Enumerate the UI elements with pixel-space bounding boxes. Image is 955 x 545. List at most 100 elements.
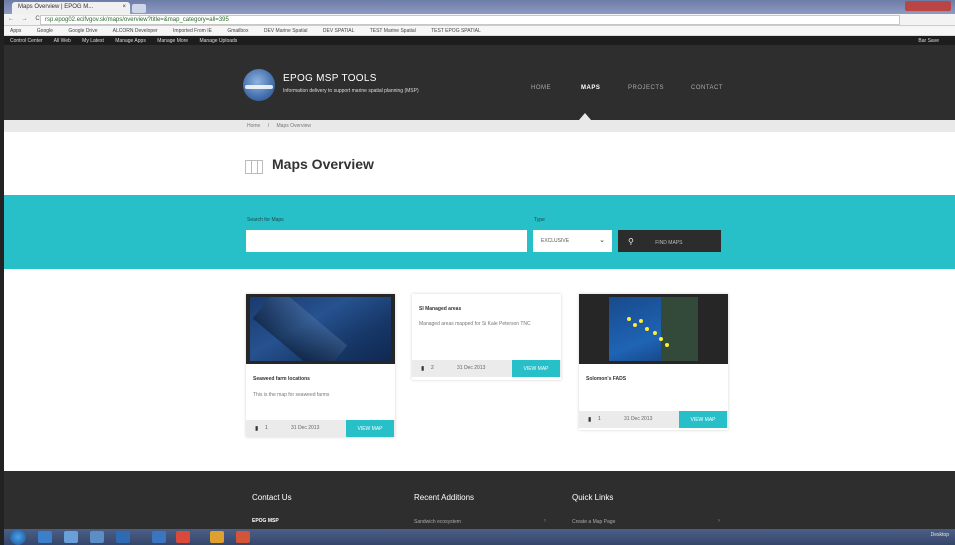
toolbar-item[interactable]: Manage Uploads [199, 38, 237, 44]
map-card[interactable]: Solomon's FADS ▮ 1 31 Dec 2013 VIEW MAP [579, 294, 728, 430]
site-footer: Contact Us EPOG MSP Recent Additions San… [4, 471, 955, 529]
map-card-title[interactable]: Seaweed farm locations [253, 376, 310, 382]
breadcrumb: Home / Maps Overview [4, 120, 955, 132]
map-card[interactable]: Seaweed farm locations This is the map f… [246, 294, 395, 437]
toolbar-item[interactable]: Manage More [157, 38, 188, 44]
bookmark-item[interactable]: TEST EPOG SPATIAL [431, 28, 481, 34]
folder-icon[interactable] [210, 531, 224, 543]
search-panel: Search for Maps Type EXCLUSIVE ⌄ ⚲ FIND … [4, 195, 955, 269]
bookmark-item[interactable]: ALCORN Developer [113, 28, 158, 34]
chrome-icon[interactable] [176, 531, 190, 543]
new-tab-button[interactable] [132, 4, 146, 13]
type-select[interactable]: EXCLUSIVE ⌄ [533, 230, 612, 252]
toolbar-item[interactable]: My Latest [82, 38, 104, 44]
nav-home[interactable]: HOME [531, 85, 551, 91]
footer-quick-heading: Quick Links [572, 493, 614, 502]
find-maps-button[interactable]: ⚲ FIND MAPS [618, 230, 721, 252]
active-nav-indicator [579, 113, 591, 120]
map-card-title[interactable]: SI Managed areas [419, 306, 461, 312]
browser-ie-icon[interactable] [64, 531, 78, 543]
bookmark-item[interactable]: Gmailbox [227, 28, 248, 34]
footer-quick-link[interactable]: Create a Map Page [572, 519, 615, 525]
nav-contact[interactable]: CONTACT [691, 85, 723, 91]
os-taskbar: Desktop [4, 529, 955, 545]
map-card-footer: ▮ 1 31 Dec 2013 VIEW MAP [246, 420, 395, 437]
nav-buttons[interactable]: ← → C [8, 16, 43, 22]
bookmark-item[interactable]: Google [37, 28, 53, 34]
app-icon[interactable] [90, 531, 104, 543]
footer-recent-link[interactable]: Sandwich ecosystem [414, 519, 461, 525]
type-select-value: EXCLUSIVE [541, 238, 570, 244]
site-logo[interactable] [243, 69, 275, 101]
url-input[interactable]: rsp.epog02.ecifvgov.sk/maps/overview?tit… [40, 15, 900, 25]
nav-projects[interactable]: PROJECTS [628, 85, 664, 91]
map-date: 31 Dec 2013 [291, 425, 320, 431]
site-header: EPOG MSP TOOLS Information delivery to s… [4, 45, 955, 120]
toolbar-item[interactable]: Manage Apps [115, 38, 146, 44]
view-map-button[interactable]: VIEW MAP [512, 360, 560, 377]
toolbar-item[interactable]: All Web [54, 38, 71, 44]
layer-count: 2 [431, 365, 434, 371]
site-tagline: Information delivery to support marine s… [283, 88, 419, 94]
footer-recent-heading: Recent Additions [414, 493, 475, 502]
nav-maps[interactable]: MAPS [581, 85, 600, 91]
layers-icon: ▮ [588, 417, 592, 423]
extension-toolbar: Control Center All Web My Latest Manage … [4, 36, 955, 45]
file-explorer-icon[interactable] [38, 531, 52, 543]
window-controls[interactable] [905, 1, 951, 11]
layers-icon: ▮ [421, 366, 425, 372]
chevron-down-icon: ⌄ [599, 237, 605, 244]
app-icon[interactable] [236, 531, 250, 543]
map-thumbnail[interactable] [246, 294, 395, 364]
bookmark-item[interactable]: Google Drive [68, 28, 97, 34]
map-card-footer: ▮ 1 31 Dec 2013 VIEW MAP [579, 411, 728, 428]
map-icon [245, 160, 263, 174]
bookmarks-bar: Apps Google Google Drive ALCORN Develope… [4, 26, 955, 36]
bookmark-item[interactable]: DEV SPATIAL [323, 28, 355, 34]
footer-contact-org: EPOG MSP [252, 518, 279, 524]
search-input[interactable] [246, 230, 527, 252]
map-card-description: Managed areas mapped for Si Kale Peterso… [419, 321, 531, 327]
map-card-footer: ▮ 2 31 Dec 2013 VIEW MAP [412, 360, 561, 377]
map-date: 31 Dec 2013 [457, 365, 486, 371]
map-card-title[interactable]: Solomon's FADS [586, 376, 626, 382]
search-label: Search for Maps [247, 217, 284, 223]
satellite-map-image [250, 297, 391, 361]
browser-tab[interactable]: Maps Overview | EPOG M... × [12, 2, 130, 14]
view-map-button[interactable]: VIEW MAP [679, 411, 727, 428]
bookmark-item[interactable]: Imported From IE [173, 28, 212, 34]
bookmark-item[interactable]: Apps [10, 28, 21, 34]
view-map-button[interactable]: VIEW MAP [346, 420, 394, 437]
chevron-right-icon: › [544, 518, 546, 524]
toolbar-item[interactable]: Control Center [10, 38, 43, 44]
find-maps-label: FIND MAPS [655, 239, 683, 246]
start-button-icon[interactable] [10, 529, 26, 545]
address-bar: ← → C rsp.epog02.ecifvgov.sk/maps/overvi… [4, 14, 955, 26]
breadcrumb-current: Maps Overview [276, 123, 311, 129]
map-card[interactable]: SI Managed areas Managed areas mapped fo… [412, 294, 561, 380]
layer-count: 1 [265, 425, 268, 431]
breadcrumb-home[interactable]: Home [247, 123, 260, 129]
breadcrumb-separator: / [267, 123, 270, 129]
site-title[interactable]: EPOG MSP TOOLS [283, 73, 377, 84]
footer-contact-heading: Contact Us [252, 493, 292, 502]
map-card-description: This is the map for seaweed farms [253, 392, 330, 398]
page-title: Maps Overview [272, 156, 374, 172]
bookmark-item[interactable]: TEST Marine Spatial [370, 28, 416, 34]
browser-tab-bar: Maps Overview | EPOG M... × [4, 0, 955, 14]
bookmark-item[interactable]: DEV Marine Spatial [264, 28, 308, 34]
toolbar-right-item[interactable]: Bar Save [918, 38, 939, 44]
tab-close-icon[interactable]: × [122, 4, 126, 10]
type-label: Type [534, 217, 545, 223]
search-icon: ⚲ [628, 236, 634, 246]
layer-count: 1 [598, 416, 601, 422]
app-icon[interactable] [116, 531, 130, 543]
chevron-right-icon: › [718, 518, 720, 524]
system-tray[interactable]: Desktop [931, 532, 949, 538]
app-icon[interactable] [152, 531, 166, 543]
map-thumbnail[interactable] [579, 294, 728, 364]
satellite-map-image [609, 297, 698, 361]
layers-icon: ▮ [255, 426, 259, 432]
browser-tab-title: Maps Overview | EPOG M... [18, 4, 94, 10]
map-date: 31 Dec 2013 [624, 416, 653, 422]
